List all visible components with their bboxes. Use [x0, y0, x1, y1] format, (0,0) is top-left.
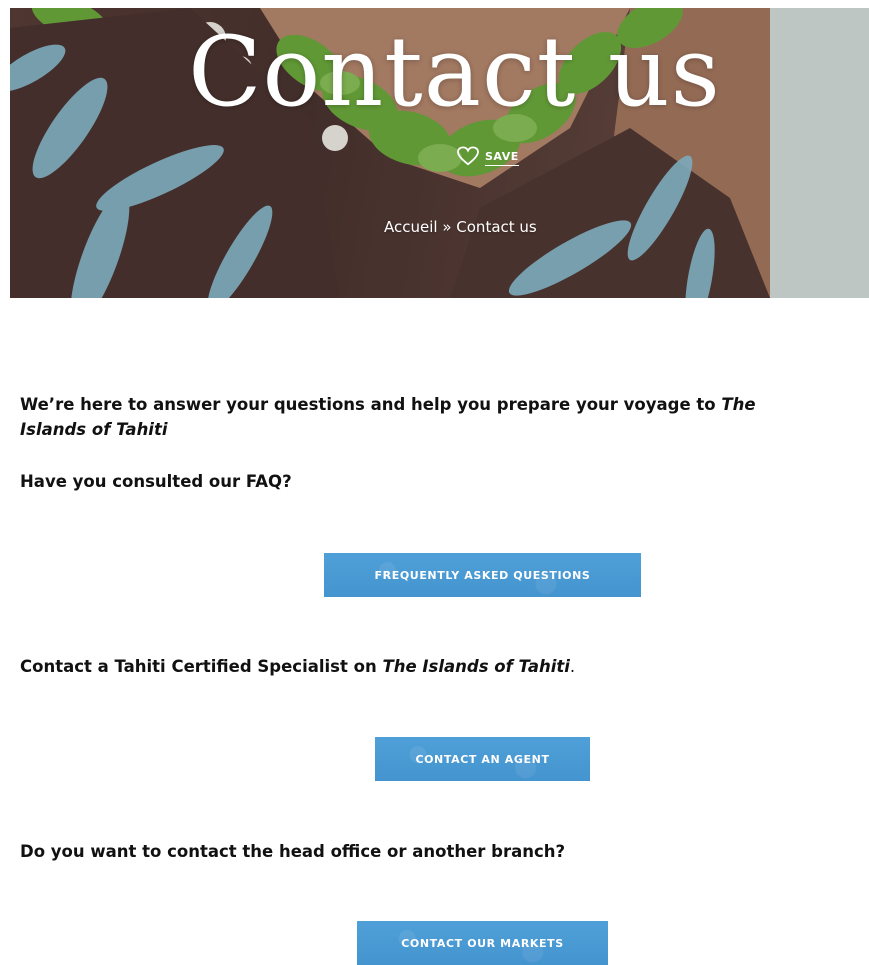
intro-text-em1: The — [721, 395, 756, 414]
breadcrumb-separator: » — [437, 218, 457, 236]
breadcrumb: Accueil » Contact us — [384, 218, 537, 236]
intro-text-em2: Islands of Tahiti — [20, 420, 168, 439]
specialist-text: Contact a Tahiti Certified Specialist on… — [20, 657, 575, 676]
specialist-text-main: Contact a Tahiti Certified Specialist on — [20, 657, 383, 676]
contact-agent-button[interactable]: CONTACT AN AGENT — [375, 737, 590, 781]
breadcrumb-home-link[interactable]: Accueil — [384, 218, 438, 236]
heart-outline-icon — [457, 146, 479, 170]
breadcrumb-current: Contact us — [456, 218, 537, 236]
save-label: SAVE — [485, 150, 519, 166]
faq-question: Have you consulted our FAQ? — [20, 472, 292, 491]
specialist-text-em: The Islands of Tahiti — [382, 657, 570, 676]
office-question: Do you want to contact the head office o… — [20, 842, 566, 861]
contact-markets-button[interactable]: CONTACT OUR MARKETS — [357, 921, 608, 965]
intro-text: We’re here to answer your questions and … — [20, 392, 756, 442]
page-title: Contact us — [188, 16, 721, 128]
save-button[interactable]: SAVE — [457, 146, 519, 170]
intro-text-part1: We’re here to answer your questions and … — [20, 395, 722, 414]
specialist-text-trail: . — [569, 657, 576, 676]
hero-banner: Contact us SAVE Accueil » Contact us — [10, 8, 869, 298]
faq-button[interactable]: FREQUENTLY ASKED QUESTIONS — [324, 553, 641, 597]
